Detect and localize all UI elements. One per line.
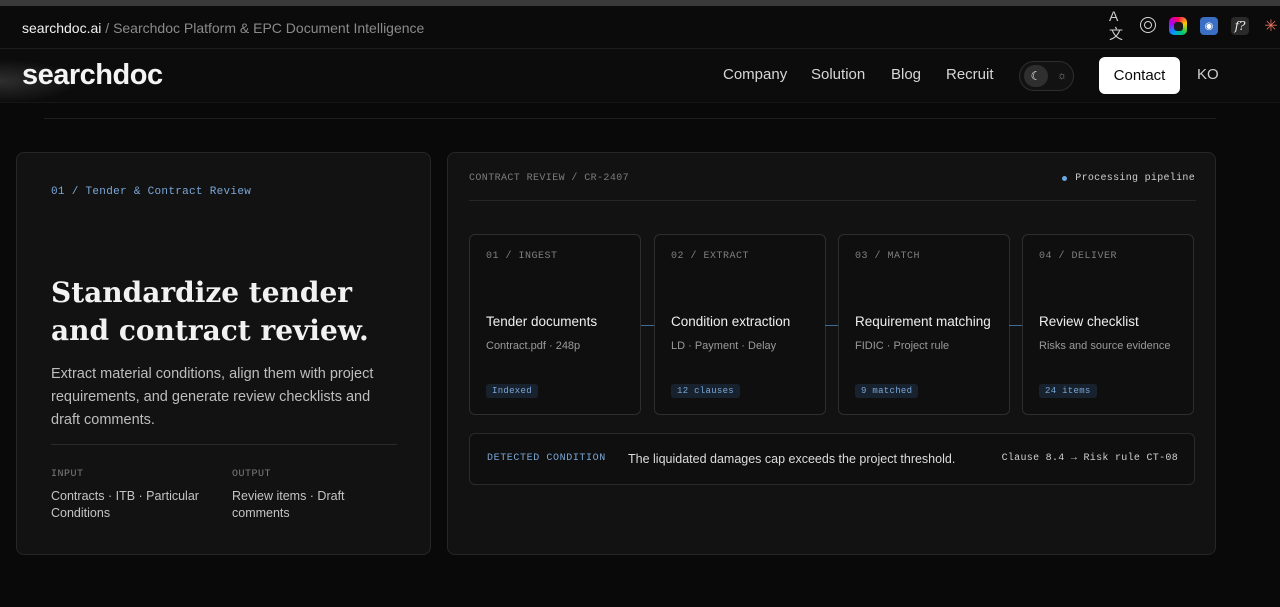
use-case-description: Extract material conditions, align them … xyxy=(51,366,374,428)
stage-subtitle: LD · Payment · Delay xyxy=(671,340,777,352)
stage-subtitle: Contract.pdf · 248p xyxy=(486,340,581,352)
claude-icon[interactable]: ✳ xyxy=(1262,17,1280,35)
stage-title: Requirement matching xyxy=(855,314,991,329)
stage-subtitle: FIDIC · Project rule xyxy=(855,340,950,352)
browser-tab-bar: searchdoc.ai / Searchdoc Platform & EPC … xyxy=(0,6,1280,49)
detected-condition-text: The liquidated damages cap exceeds the p… xyxy=(628,452,956,466)
stage-connector xyxy=(825,325,839,326)
pipeline-card: CONTRACT REVIEW / CR-2407 Processing pip… xyxy=(447,152,1216,555)
tab-page-title: Searchdoc Platform & EPC Document Intell… xyxy=(113,20,425,36)
stage-badge: 12 clauses xyxy=(671,384,741,398)
pipeline-status-text: Processing pipeline xyxy=(1075,173,1195,184)
stage-title: Tender documents xyxy=(486,314,598,329)
nav-blog[interactable]: Blog xyxy=(891,66,921,83)
translate-icon[interactable]: A文 xyxy=(1109,8,1127,42)
stage-label: 01 / INGEST xyxy=(486,251,558,262)
tab-separator: / xyxy=(101,20,114,36)
pipeline-divider xyxy=(469,200,1196,201)
nav-recruit[interactable]: Recruit xyxy=(946,66,994,83)
stage-subtitle: Risks and source evidence xyxy=(1039,340,1171,352)
use-case-eyebrow: 01 / Tender & Contract Review xyxy=(51,186,252,198)
stage-card-ingest: 01 / INGEST Tender documents Contract.pd… xyxy=(469,234,641,415)
use-case-headline: Standardize tender and contract review. xyxy=(51,276,369,347)
detected-condition-panel: DETECTED CONDITION The liquidated damage… xyxy=(469,433,1195,485)
stage-badge: Indexed xyxy=(486,384,538,398)
stage-card-match: 03 / MATCH Requirement matching FIDIC · … xyxy=(838,234,1010,415)
output-value: Review items · Draft comments xyxy=(232,489,345,520)
site-header: searchdoc Company Solution Blog Recruit … xyxy=(0,49,1280,103)
pipeline-breadcrumb: CONTRACT REVIEW / CR-2407 xyxy=(469,173,630,184)
use-case-card: 01 / Tender & Contract Review Standardiz… xyxy=(16,152,431,555)
stage-connector xyxy=(641,325,655,326)
contact-button[interactable]: Contact xyxy=(1099,57,1180,94)
sun-icon[interactable]: ☼ xyxy=(1052,66,1072,86)
extension-icons: A文 ◉ f? ✳ xyxy=(1096,8,1280,42)
output-label: OUTPUT xyxy=(232,469,272,480)
card-divider xyxy=(51,444,397,445)
stage-title: Review checklist xyxy=(1039,314,1139,329)
stage-badge: 9 matched xyxy=(855,384,919,398)
status-dot-icon xyxy=(1062,176,1068,181)
stage-label: 02 / EXTRACT xyxy=(671,251,750,262)
moon-icon[interactable]: ☾ xyxy=(1024,65,1048,87)
stage-card-extract: 02 / EXTRACT Condition extraction LD · P… xyxy=(654,234,826,415)
color-picker-icon[interactable] xyxy=(1169,17,1187,35)
stage-title: Condition extraction xyxy=(671,314,791,329)
font-icon[interactable]: f? xyxy=(1231,17,1249,35)
stage-badge: 24 items xyxy=(1039,384,1097,398)
nav-solution[interactable]: Solution xyxy=(811,66,865,83)
detected-condition-reference: Clause 8.4 → Risk rule CT-08 xyxy=(1001,453,1178,464)
pipeline-status: Processing pipeline xyxy=(1062,173,1195,184)
stage-connector xyxy=(1009,325,1023,326)
stage-card-deliver: 04 / DELIVER Review checklist Risks and … xyxy=(1022,234,1194,415)
blue-extension-icon[interactable]: ◉ xyxy=(1200,17,1218,35)
input-label: INPUT xyxy=(51,469,84,480)
stage-label: 03 / MATCH xyxy=(855,251,921,262)
language-switch[interactable]: KO xyxy=(1197,66,1219,83)
site-logo[interactable]: searchdoc xyxy=(22,59,163,92)
tab-domain: searchdoc.ai xyxy=(22,20,102,36)
theme-toggle[interactable]: ☾ ☼ xyxy=(1019,61,1074,91)
openai-icon[interactable] xyxy=(1140,17,1156,33)
detected-condition-label: DETECTED CONDITION xyxy=(487,453,606,464)
nav-company[interactable]: Company xyxy=(723,66,787,83)
tab-title[interactable]: searchdoc.ai / Searchdoc Platform & EPC … xyxy=(22,20,424,36)
stage-label: 04 / DELIVER xyxy=(1039,251,1118,262)
input-value: Contracts · ITB · Particular Conditions xyxy=(51,489,199,520)
section-divider xyxy=(44,118,1216,119)
